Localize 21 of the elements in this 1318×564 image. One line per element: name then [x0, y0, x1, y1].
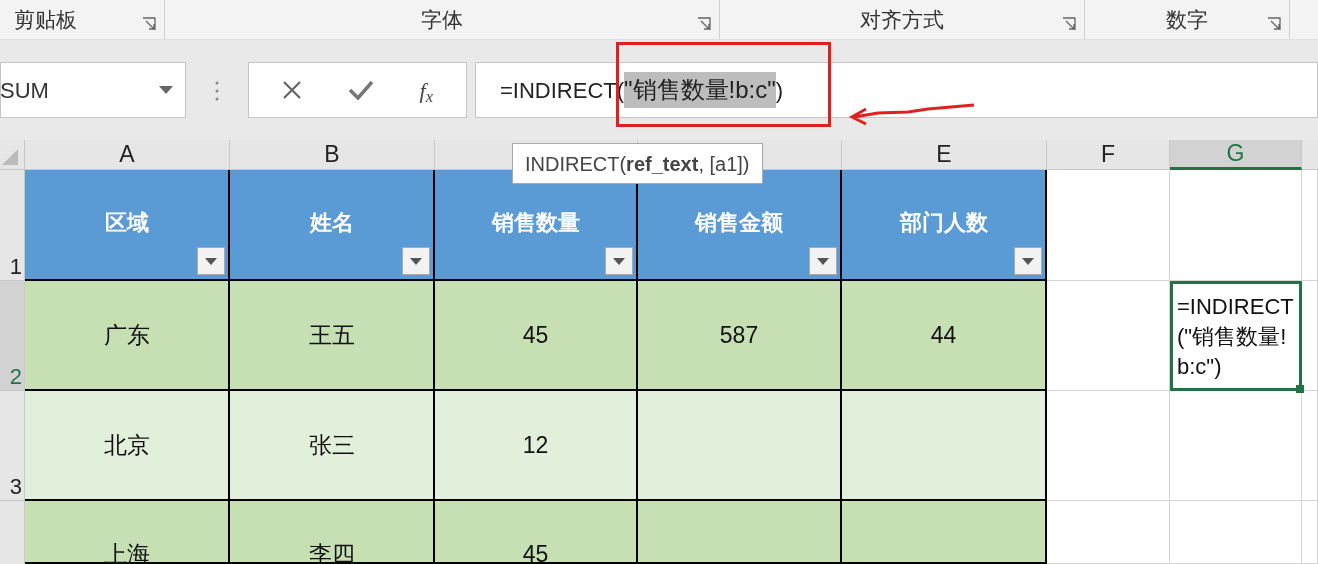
table-header-cell-text: 销售金额	[695, 209, 783, 237]
ribbon-group-label: 数字	[1166, 6, 1208, 33]
table-cell-text: 45	[522, 540, 549, 564]
formula-text: "销售数量!b:c"	[624, 72, 776, 108]
table-header-cell-text: 销售数量	[491, 209, 580, 237]
table-cell-text: 北京	[103, 430, 150, 460]
table-header-cell-text: 区域	[104, 209, 149, 237]
ribbon-group-label: 对齐方式	[860, 6, 944, 33]
formula-text: )	[775, 76, 784, 105]
table-cell-text: 44	[930, 320, 957, 350]
function-tooltip: INDIRECT(ref_text, [a1])	[512, 143, 763, 184]
table-cell-text: 587	[719, 320, 759, 350]
table-cell-text: 广东	[103, 320, 150, 350]
table-header-cell-text: 姓名	[309, 209, 354, 237]
ribbon-group-label: 字体	[421, 6, 463, 33]
table-cell-text: 45	[522, 320, 549, 350]
table-header-cell-text: 部门人数	[899, 209, 988, 237]
table-cell-text: 张三	[308, 430, 355, 460]
table-cell-text: 王五	[308, 320, 355, 350]
table-cell-text: 12	[522, 430, 549, 460]
ribbon-group-label: 剪贴板	[14, 6, 77, 33]
